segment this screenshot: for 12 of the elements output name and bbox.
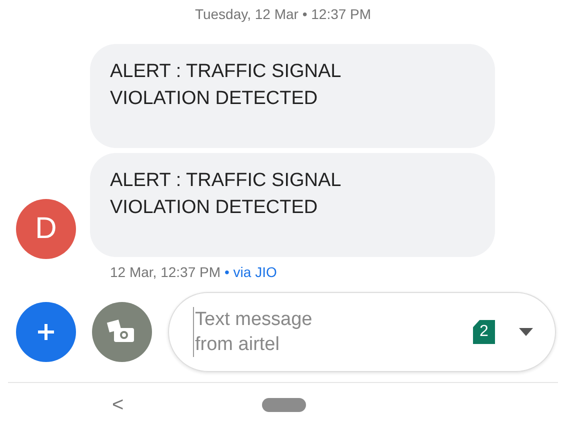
back-button[interactable]: < [112,394,262,416]
message-bubble: ALERT : TRAFFIC SIGNAL VIOLATION DETECTED [90,153,495,257]
sim-badge[interactable]: 2 [473,320,495,344]
sender-avatar[interactable]: D [16,199,76,259]
dropdown-icon[interactable] [519,328,533,336]
message-bubble: ALERT : TRAFFIC SIGNAL VIOLATION DETECTED [90,44,495,148]
message-input[interactable]: Text message from airtel 2 [168,292,556,372]
message-time: 12 Mar, 12:37 PM [110,264,221,280]
plus-icon [35,321,57,343]
home-handle[interactable] [262,398,306,412]
date-header: Tuesday, 12 Mar • 12:37 PM [194,5,372,24]
carrier-label: • via JIO [224,264,277,280]
